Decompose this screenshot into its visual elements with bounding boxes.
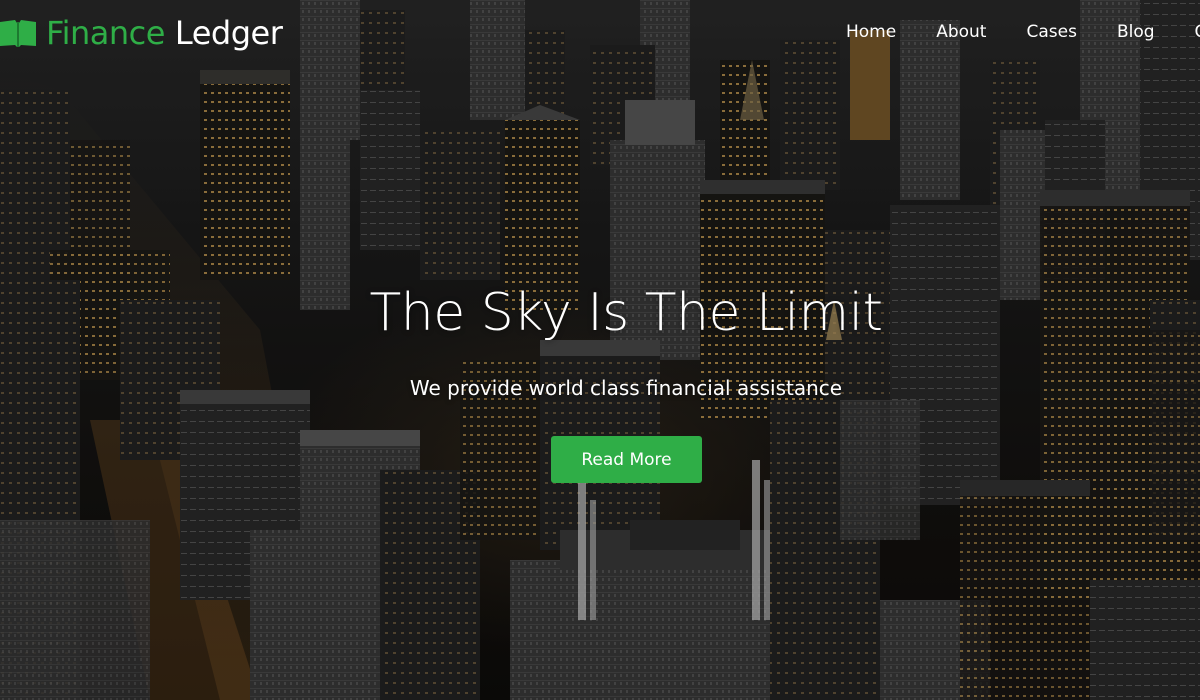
nav-item-about[interactable]: About <box>936 20 986 44</box>
background-dim-overlay <box>0 0 1200 700</box>
open-book-icon <box>0 20 36 47</box>
read-more-button[interactable]: Read More <box>551 436 702 483</box>
brand-name: Finance Ledger <box>46 10 283 56</box>
nav-item-blog[interactable]: Blog <box>1117 20 1155 44</box>
hero-section: FinanceLedger Home About Cases Blog C Th… <box>0 0 1200 700</box>
hero-title: The Sky Is The Limit <box>369 283 883 343</box>
brand-name-part-2: Ledger <box>174 14 283 52</box>
main-nav: Home About Cases Blog C <box>846 20 1200 44</box>
hero-subtitle: We provide world class financial assista… <box>409 376 843 400</box>
nav-item-home[interactable]: Home <box>846 20 896 44</box>
nav-item-contact[interactable]: C <box>1195 20 1200 44</box>
nav-item-cases[interactable]: Cases <box>1026 20 1076 44</box>
brand-logo[interactable]: Finance Ledger <box>0 10 283 56</box>
brand-name-part-1: Finance <box>46 14 165 52</box>
